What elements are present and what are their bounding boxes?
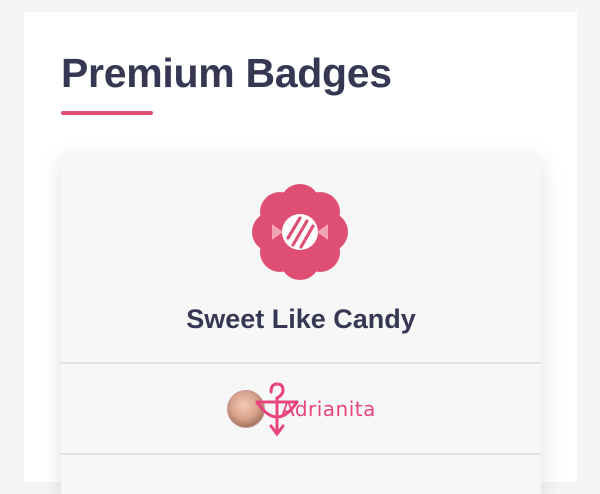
title-underline — [61, 111, 153, 115]
badge-owner-row[interactable]: Adrianita — [61, 364, 541, 453]
badge-card[interactable]: Sweet Like Candy Adrianita — [61, 154, 541, 494]
owner-name-link[interactable]: Adrianita — [281, 397, 376, 421]
content-panel: Premium Badges Sweet Like Candy Adrianit… — [24, 12, 577, 494]
candy-flower-icon — [252, 184, 348, 280]
divider — [61, 453, 541, 455]
page-title: Premium Badges — [61, 50, 392, 96]
badge-name: Sweet Like Candy — [186, 304, 416, 334]
